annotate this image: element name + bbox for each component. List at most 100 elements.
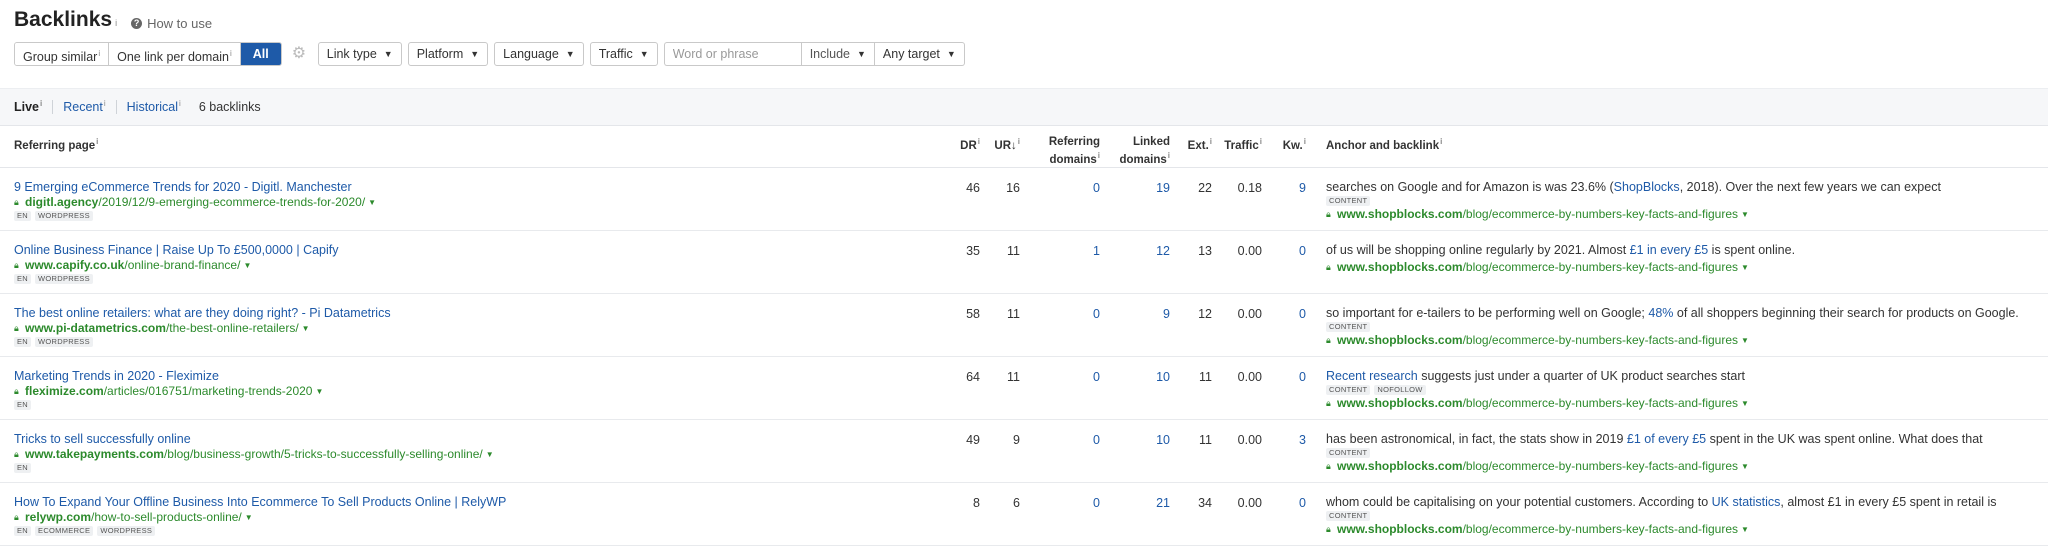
- anchor-link[interactable]: UK statistics: [1712, 495, 1781, 509]
- referring-page-url[interactable]: 🔒︎ www.capify.co.uk/online-brand-finance…: [14, 258, 930, 273]
- tab-live[interactable]: Livei: [14, 99, 52, 114]
- anchor-post: spent in the UK was spent online. What d…: [1706, 431, 1983, 446]
- kw-cell[interactable]: 0: [1262, 293, 1306, 357]
- backlink-target-url[interactable]: 🔒︎ www.shopblocks.com/blog/ecommerce-by-…: [1326, 333, 2048, 348]
- anchor-link[interactable]: 48%: [1648, 306, 1673, 320]
- one-link-per-domain-option[interactable]: One link per domaini: [109, 43, 241, 65]
- tab-historical[interactable]: Historicali: [127, 99, 191, 114]
- col-anchor[interactable]: Anchor and backlinki: [1326, 125, 2048, 168]
- referring-page-url[interactable]: 🔒︎ relywp.com/how-to-sell-products-onlin…: [14, 510, 930, 525]
- col-label: Referring page: [14, 139, 96, 152]
- referring-domains-cell[interactable]: 0: [1020, 167, 1100, 231]
- col-traffic[interactable]: Traffici: [1212, 125, 1262, 168]
- kw-cell[interactable]: 9: [1262, 167, 1306, 231]
- col-label: domains: [1119, 153, 1167, 166]
- info-icon: i: [1017, 137, 1020, 146]
- tab-recent[interactable]: Recenti: [63, 99, 115, 114]
- chevron-down-icon[interactable]: ▼: [315, 384, 323, 399]
- traffic-dropdown[interactable]: Traffic ▼: [589, 42, 658, 66]
- traffic-cell: 0.18: [1212, 167, 1262, 231]
- referring-page-cell: How To Expand Your Offline Business Into…: [0, 482, 930, 546]
- ext-cell: 34: [1170, 482, 1212, 546]
- link-type-dropdown[interactable]: Link type ▼: [317, 42, 402, 66]
- chevron-down-icon[interactable]: ▼: [1741, 522, 1749, 537]
- backlink-target-url[interactable]: 🔒︎ www.shopblocks.com/blog/ecommerce-by-…: [1326, 260, 2048, 275]
- anchor-link[interactable]: ShopBlocks: [1614, 180, 1680, 194]
- chevron-down-icon[interactable]: ▼: [1741, 260, 1749, 275]
- anchor-post: , 2018). Over the next few years we can …: [1679, 179, 1941, 194]
- backlink-target-url[interactable]: 🔒︎ www.shopblocks.com/blog/ecommerce-by-…: [1326, 459, 2048, 474]
- anchor-text: has been astronomical, in fact, the stat…: [1326, 431, 2048, 447]
- linked-domains-cell[interactable]: 9: [1100, 293, 1170, 357]
- col-dr[interactable]: DRi: [930, 125, 980, 168]
- chevron-down-icon[interactable]: ▼: [245, 510, 253, 525]
- referring-domains-cell[interactable]: 0: [1020, 482, 1100, 546]
- linked-domains-cell[interactable]: 21: [1100, 482, 1170, 546]
- referring-page-url[interactable]: 🔒︎ www.takepayments.com/blog/business-gr…: [14, 447, 930, 462]
- anchor-cell: so important for e-tailers to be perform…: [1326, 293, 2048, 357]
- anchor-post: , almost £1 in every £5 spent in retail …: [1780, 494, 1997, 509]
- info-icon: i: [1167, 151, 1170, 160]
- language-dropdown[interactable]: Language ▼: [494, 42, 584, 66]
- all-option[interactable]: All: [240, 43, 281, 65]
- title-info-icon[interactable]: i: [115, 18, 117, 28]
- kw-cell[interactable]: 0: [1262, 482, 1306, 546]
- referring-domains-cell[interactable]: 0: [1020, 419, 1100, 483]
- kw-cell[interactable]: 0: [1262, 230, 1306, 294]
- include-dropdown[interactable]: Include ▼: [800, 42, 875, 66]
- backlink-target-url[interactable]: 🔒︎ www.shopblocks.com/blog/ecommerce-by-…: [1326, 396, 2048, 411]
- chevron-down-icon[interactable]: ▼: [486, 447, 494, 462]
- chevron-down-icon[interactable]: ▼: [1741, 207, 1749, 222]
- referring-page-title-link[interactable]: 9 Emerging eCommerce Trends for 2020 - D…: [14, 179, 930, 195]
- referring-page-url[interactable]: 🔒︎ fleximize.com/articles/016751/marketi…: [14, 384, 930, 399]
- referring-domain: digitl.agency: [25, 194, 99, 209]
- chevron-down-icon[interactable]: ▼: [1741, 459, 1749, 474]
- platform-dropdown[interactable]: Platform ▼: [407, 42, 489, 66]
- how-to-use-link[interactable]: ? How to use: [131, 16, 212, 31]
- col-referring-page[interactable]: Referring pagei: [0, 125, 930, 168]
- referring-page-title-link[interactable]: The best online retailers: what are they…: [14, 305, 930, 321]
- chevron-down-icon[interactable]: ▼: [1741, 333, 1749, 348]
- backlinks-page: Backlinks i ? How to use Group similari …: [0, 0, 2048, 546]
- linked-domains-cell[interactable]: 10: [1100, 356, 1170, 420]
- anchor-link[interactable]: £1 in every £5: [1630, 243, 1709, 257]
- page-tags: EN: [14, 462, 930, 473]
- referring-domains-cell[interactable]: 1: [1020, 230, 1100, 294]
- linked-domains-cell[interactable]: 10: [1100, 419, 1170, 483]
- linked-domains-cell[interactable]: 12: [1100, 230, 1170, 294]
- referring-page-title-link[interactable]: How To Expand Your Offline Business Into…: [14, 494, 930, 510]
- col-linked-domains[interactable]: Linked domainsi: [1100, 125, 1170, 168]
- kw-cell[interactable]: 0: [1262, 356, 1306, 420]
- table-row: 9 Emerging eCommerce Trends for 2020 - D…: [0, 167, 2048, 231]
- target-domain: www.shopblocks.com: [1337, 206, 1463, 221]
- col-referring-domains[interactable]: Referring domainsi: [1020, 125, 1100, 168]
- col-ur[interactable]: UR↓i: [980, 125, 1020, 168]
- any-target-dropdown[interactable]: Any target ▼: [874, 42, 965, 66]
- linked-domains-cell[interactable]: 19: [1100, 167, 1170, 231]
- referring-page-url[interactable]: 🔒︎ digitl.agency/2019/12/9-emerging-ecom…: [14, 195, 930, 210]
- gear-icon[interactable]: ⚙: [292, 46, 308, 62]
- anchor-link[interactable]: £1 of every £5: [1627, 432, 1706, 446]
- col-kw[interactable]: Kw.i: [1262, 125, 1306, 168]
- chevron-down-icon[interactable]: ▼: [368, 195, 376, 210]
- chevron-down-icon[interactable]: ▼: [302, 321, 310, 336]
- search-input[interactable]: [663, 42, 801, 66]
- chevron-down-icon[interactable]: ▼: [1741, 396, 1749, 411]
- anchor-pre: so important for e-tailers to be perform…: [1326, 305, 1649, 320]
- chevron-down-icon[interactable]: ▼: [243, 258, 251, 273]
- referring-domains-cell[interactable]: 0: [1020, 293, 1100, 357]
- referring-page-title-link[interactable]: Online Business Finance | Raise Up To £5…: [14, 242, 930, 258]
- referring-page-title-link[interactable]: Marketing Trends in 2020 - Fleximize: [14, 368, 930, 384]
- group-similar-option[interactable]: Group similari: [15, 43, 110, 65]
- backlink-target-url[interactable]: 🔒︎ www.shopblocks.com/blog/ecommerce-by-…: [1326, 207, 2048, 222]
- tag: CONTENT: [1326, 321, 1371, 332]
- referring-page-url[interactable]: 🔒︎ www.pi-datametrics.com/the-best-onlin…: [14, 321, 930, 336]
- col-ext[interactable]: Ext.i: [1170, 125, 1212, 168]
- tab-recent-label: Recent: [63, 100, 103, 115]
- referring-page-title-link[interactable]: Tricks to sell successfully online: [14, 431, 930, 447]
- backlink-target-url[interactable]: 🔒︎ www.shopblocks.com/blog/ecommerce-by-…: [1326, 522, 2048, 537]
- anchor-link[interactable]: Recent research: [1326, 369, 1418, 383]
- kw-cell[interactable]: 3: [1262, 419, 1306, 483]
- lock-icon: 🔒︎: [14, 197, 19, 208]
- referring-domains-cell[interactable]: 0: [1020, 356, 1100, 420]
